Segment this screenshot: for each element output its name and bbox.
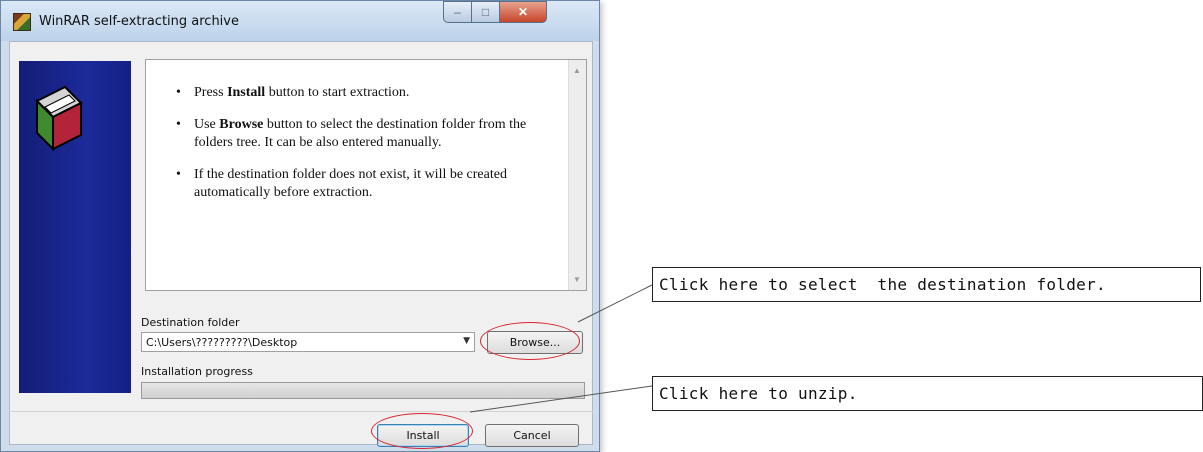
install-callout-text: Click here to unzip. xyxy=(659,384,858,403)
winrar-logo-icon xyxy=(35,85,83,152)
title-bar[interactable]: WinRAR self-extracting archive – □ ✕ xyxy=(1,1,599,41)
browse-highlight-ellipse xyxy=(480,322,580,360)
install-callout: Click here to unzip. xyxy=(652,376,1203,411)
browse-callout: Click here to select the destination fol… xyxy=(652,267,1201,302)
window-controls: – □ ✕ xyxy=(443,1,547,23)
installation-progress-bar xyxy=(141,382,585,399)
instructions-scrollbar[interactable]: ▲ ▼ xyxy=(568,60,586,290)
close-icon: ✕ xyxy=(517,5,529,19)
scroll-up-icon[interactable]: ▲ xyxy=(573,66,581,75)
install-highlight-ellipse xyxy=(371,413,473,449)
browse-callout-text: Click here to select the destination fol… xyxy=(659,275,1106,294)
winrar-app-icon xyxy=(13,13,31,31)
scroll-down-icon[interactable]: ▼ xyxy=(573,275,581,284)
winrar-sidebar xyxy=(19,61,131,393)
cancel-button-label: Cancel xyxy=(513,429,551,442)
button-area-divider xyxy=(9,411,593,412)
instructions-list: Press Install button to start extraction… xyxy=(174,84,564,216)
maximize-button[interactable]: □ xyxy=(471,1,499,23)
window-title: WinRAR self-extracting archive xyxy=(39,14,239,29)
cancel-button[interactable]: Cancel xyxy=(485,424,579,447)
close-button[interactable]: ✕ xyxy=(499,1,547,23)
destination-folder-label: Destination folder xyxy=(141,316,240,329)
destination-folder-value: C:\Users\?????????\Desktop xyxy=(146,336,298,349)
destination-folder-combo[interactable]: C:\Users\?????????\Desktop ▼ xyxy=(141,332,475,352)
instruction-item: Use Browse button to select the destinat… xyxy=(174,116,564,152)
installation-progress-label: Installation progress xyxy=(141,365,253,378)
instruction-item: Press Install button to start extraction… xyxy=(174,84,564,102)
instructions-box: Press Install button to start extraction… xyxy=(145,59,587,291)
dropdown-arrow-icon[interactable]: ▼ xyxy=(463,336,470,346)
winrar-sfx-window: WinRAR self-extracting archive – □ ✕ Pre… xyxy=(0,0,600,452)
minimize-icon: – xyxy=(454,5,461,19)
minimize-button[interactable]: – xyxy=(443,1,471,23)
maximize-icon: □ xyxy=(481,5,490,19)
instruction-item: If the destination folder does not exist… xyxy=(174,166,564,202)
